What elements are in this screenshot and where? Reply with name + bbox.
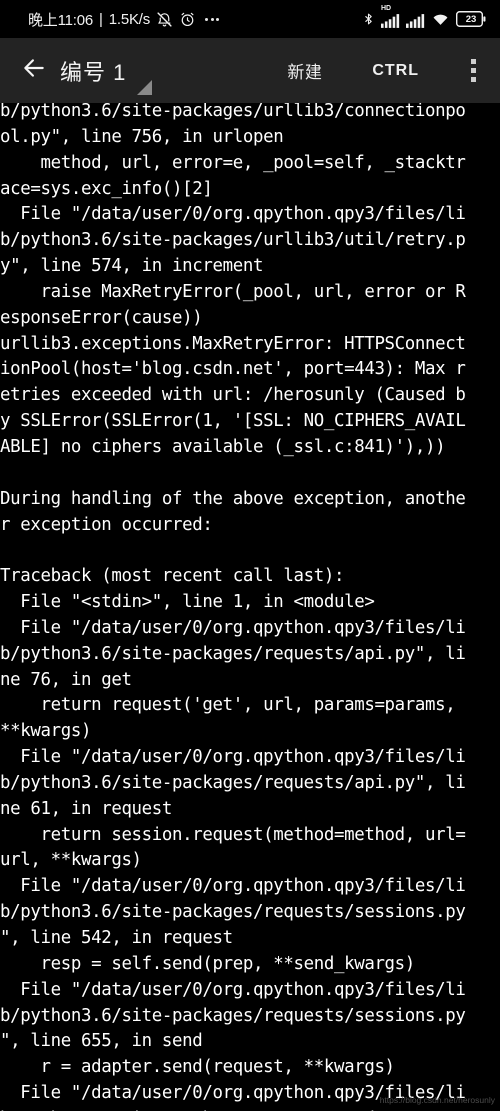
new-session-button[interactable]: 新建 — [283, 50, 326, 91]
back-button[interactable] — [14, 51, 54, 91]
network-speed: 1.5K/s — [108, 10, 151, 28]
terminal-output: b/python3.6/site-packages/urllib3/connec… — [0, 103, 466, 1111]
hd-label: HD — [381, 4, 392, 12]
status-time: 晚上11:06 — [28, 11, 94, 29]
terminal-view[interactable]: b/python3.6/site-packages/urllib3/connec… — [0, 103, 500, 1111]
battery-icon: 23 — [456, 11, 486, 27]
status-bar-right: HD 23 — [362, 5, 490, 29]
bell-muted-icon — [156, 11, 173, 28]
app-bar: 编号 1 新建 CTRL — [0, 38, 500, 103]
resize-corner-handle[interactable] — [137, 80, 153, 95]
signal-icon — [406, 10, 425, 29]
overflow-menu-icon[interactable] — [463, 53, 484, 88]
more-dots-icon — [202, 17, 220, 21]
status-bar-left: 晚上11:06 | 1.5K/s — [10, 9, 220, 30]
page-title: 编号 1 — [60, 59, 127, 85]
back-arrow-icon — [21, 55, 47, 86]
signal-hd-icon: HD — [381, 5, 400, 29]
status-bar: 晚上11:06 | 1.5K/s HD 23 — [0, 0, 500, 38]
battery-percent-label: 23 — [465, 13, 477, 25]
bluetooth-icon — [362, 10, 375, 28]
watermark: https://blog.csdn.net/herosunly — [379, 1095, 495, 1105]
ctrl-key-button[interactable]: CTRL — [368, 54, 423, 88]
status-separator: | — [99, 10, 103, 28]
session-title-container[interactable]: 编号 1 — [60, 38, 153, 103]
wifi-icon — [431, 11, 450, 27]
alarm-clock-icon — [179, 11, 196, 28]
